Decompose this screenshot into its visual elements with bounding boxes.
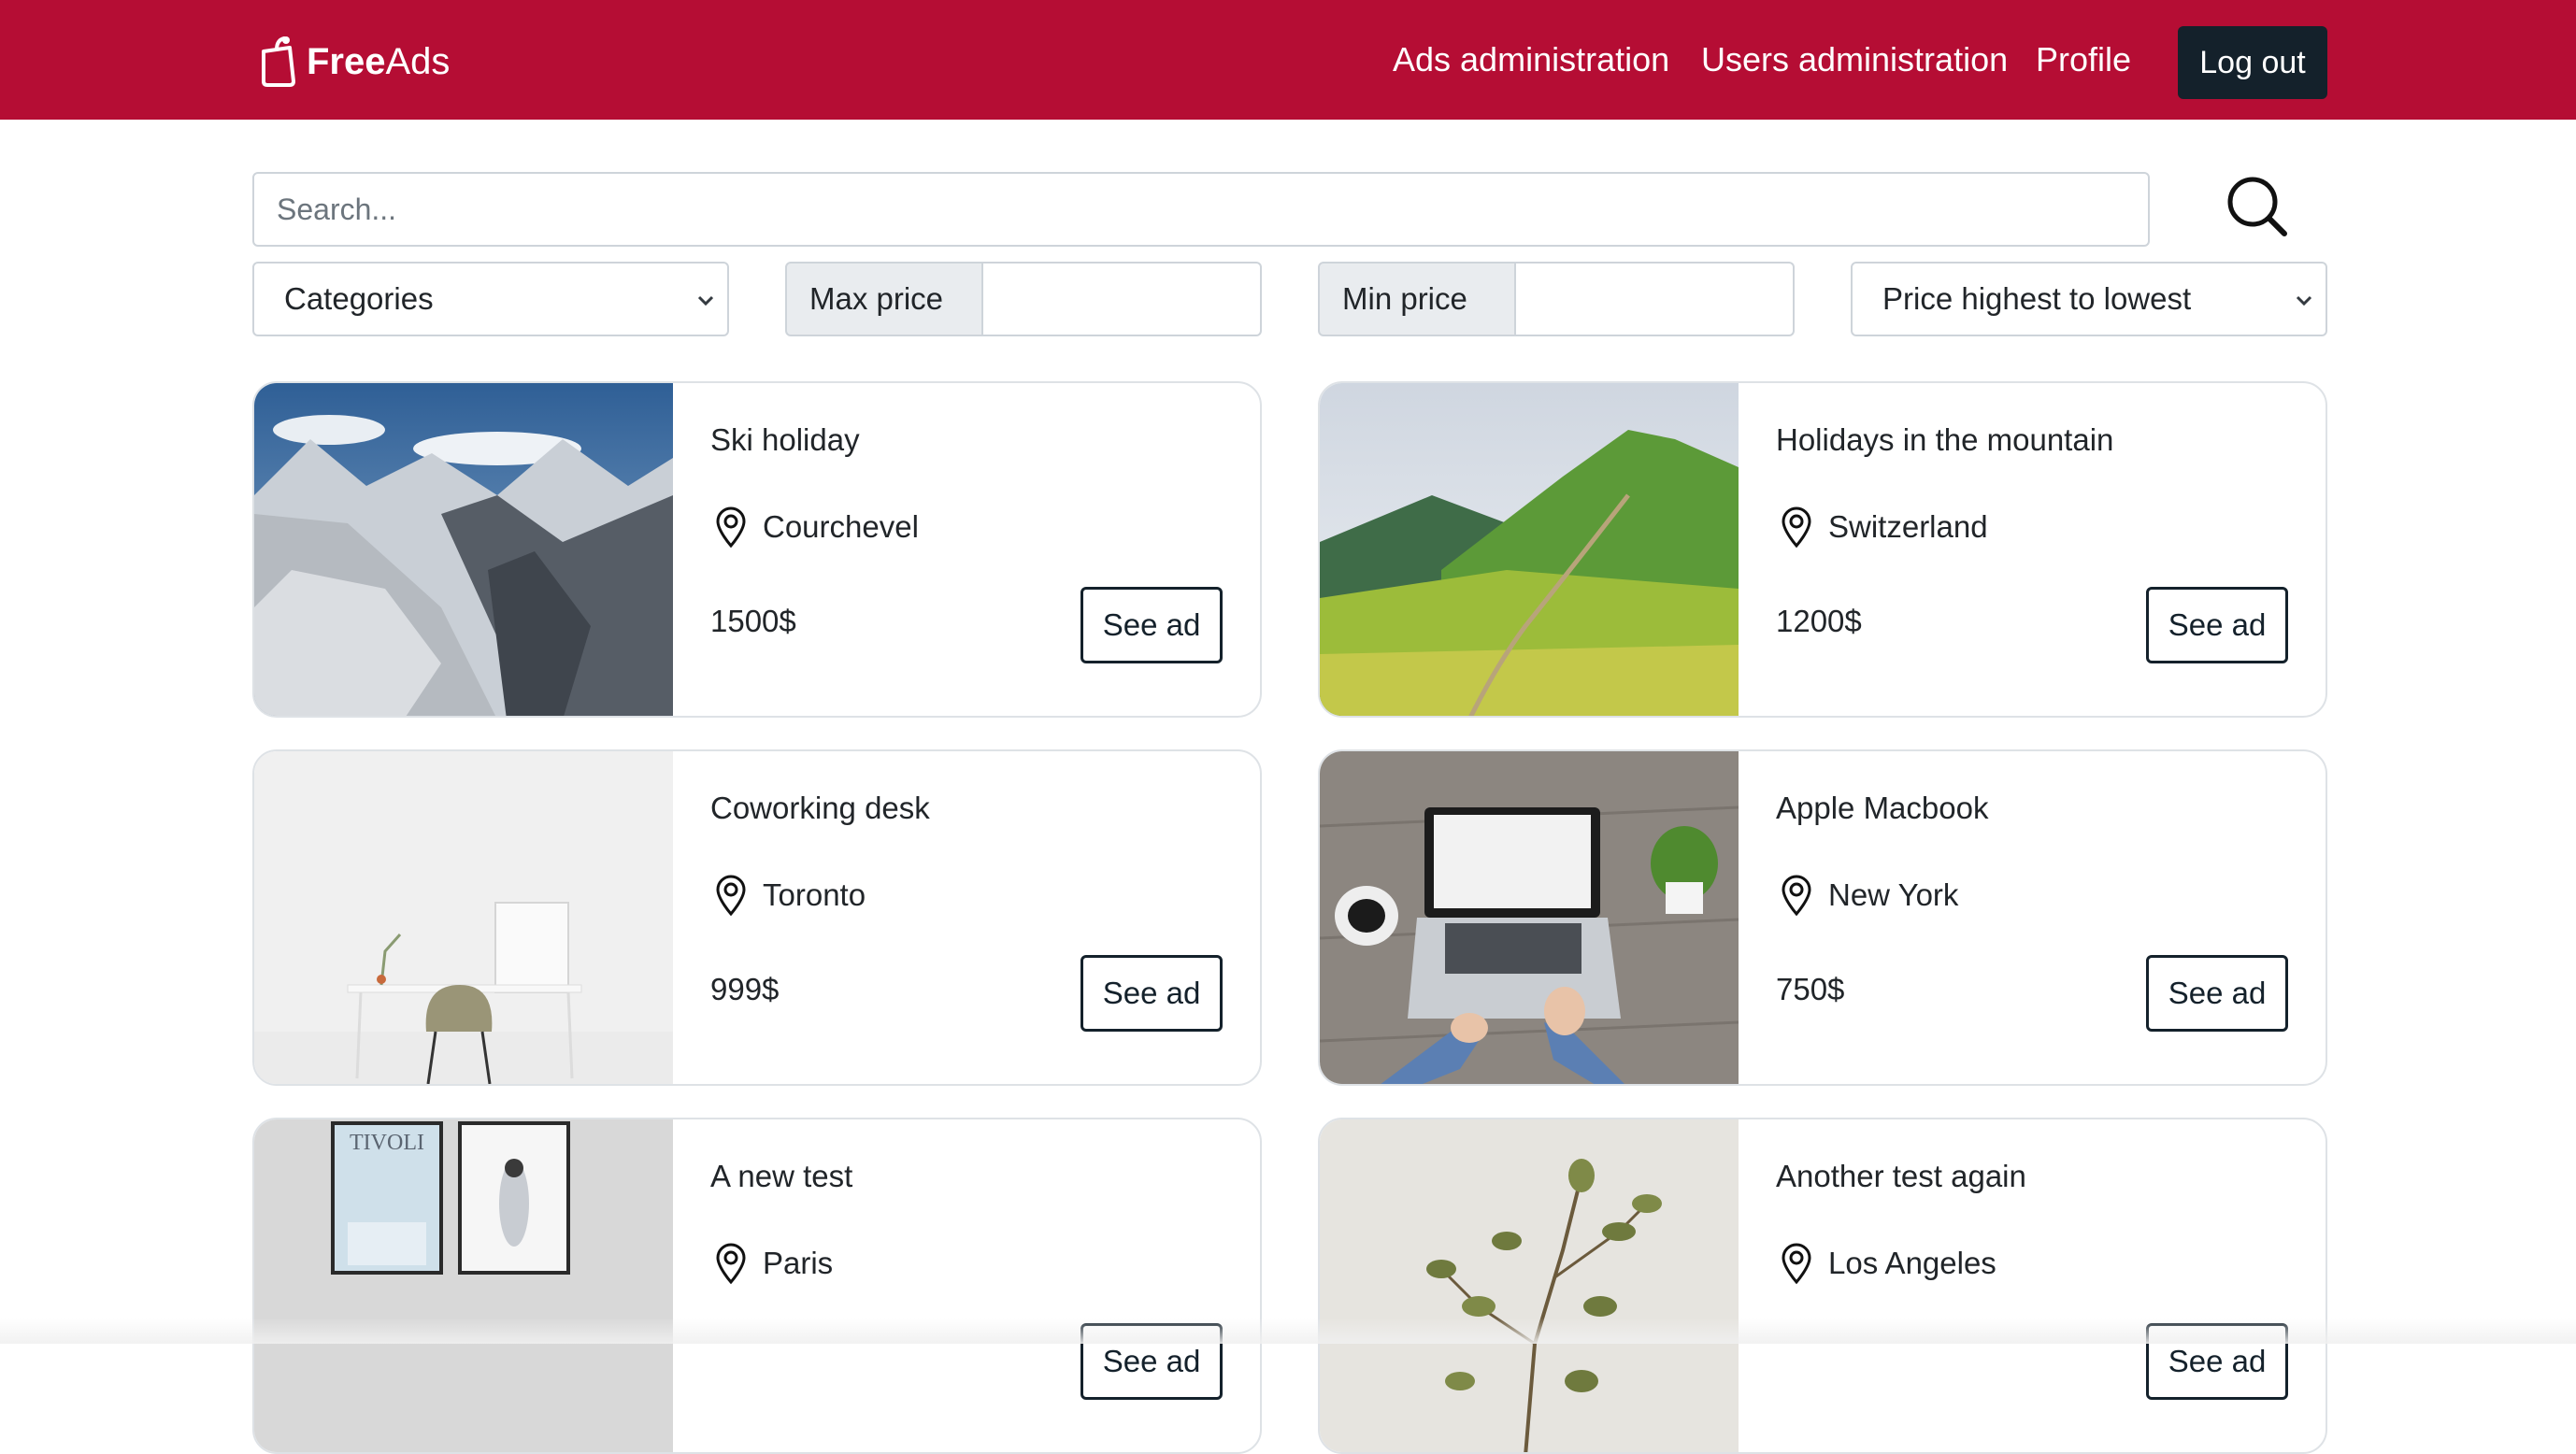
ad-card: Ski holiday Courchevel 1500$ See ad (252, 381, 1262, 718)
ad-price: 999$ (710, 972, 780, 1006)
ad-location: Switzerland (1778, 505, 1988, 549)
category-select[interactable]: Categories (252, 262, 729, 336)
search-input[interactable] (252, 172, 2150, 247)
poster-text: TIVOLI (350, 1131, 424, 1155)
location-pin-icon (716, 875, 746, 917)
ad-location: Los Angeles (1778, 1241, 1996, 1286)
chevron-down-icon (697, 295, 714, 306)
min-price-label: Min price (1318, 262, 1516, 336)
ad-title: Apple Macbook (1776, 791, 1989, 825)
ad-title: Holidays in the mountain (1776, 422, 2114, 457)
category-select-value: Categories (284, 281, 434, 316)
see-ad-button[interactable]: See ad (1080, 955, 1223, 1032)
green-hills-photo (1320, 383, 1739, 716)
ad-location-text: Los Angeles (1828, 1246, 1996, 1280)
ad-location-text: New York (1828, 877, 1959, 912)
nav-link-profile[interactable]: Profile (2036, 37, 2131, 82)
ad-location-text: Toronto (763, 877, 866, 912)
ad-location-text: Switzerland (1828, 509, 1988, 544)
min-price-group: Min price (1318, 262, 1795, 336)
see-ad-button[interactable]: See ad (2146, 587, 2288, 663)
ad-price: 1200$ (1776, 604, 1862, 638)
nav-link-users-administration[interactable]: Users administration (1701, 37, 2008, 82)
ad-price: 750$ (1776, 972, 1845, 1006)
search-icon[interactable] (2225, 174, 2290, 239)
ad-location-text: Paris (763, 1246, 834, 1280)
top-navbar: FreeAds Ads administration Users adminis… (0, 0, 2576, 120)
see-ad-button[interactable]: See ad (2146, 955, 2288, 1032)
ad-card: TIVOLI A new test Paris See ad (252, 1118, 1262, 1454)
location-pin-icon (716, 506, 746, 549)
ad-title: Another test again (1776, 1159, 2026, 1193)
plant-in-vase-photo (1320, 1119, 1739, 1452)
nav-link-ads-administration[interactable]: Ads administration (1393, 37, 1669, 82)
see-ad-button[interactable]: See ad (1080, 587, 1223, 663)
location-pin-icon (1782, 875, 1811, 917)
sort-select[interactable]: Price highest to lowest (1851, 262, 2327, 336)
ad-location: Courchevel (712, 505, 919, 549)
min-price-input[interactable] (1516, 262, 1795, 336)
chevron-down-icon (2296, 295, 2312, 306)
location-pin-icon (716, 1243, 746, 1285)
ad-title: Ski holiday (710, 422, 860, 457)
ad-title: A new test (710, 1159, 853, 1193)
white-desk-photo (254, 751, 673, 1084)
bottom-fade (0, 1318, 2576, 1344)
max-price-input[interactable] (983, 262, 1262, 336)
ad-location: Paris (712, 1241, 833, 1286)
logout-button[interactable]: Log out (2178, 26, 2327, 99)
ad-location-text: Courchevel (763, 509, 919, 544)
ad-price: 1500$ (710, 604, 796, 638)
ad-location: New York (1778, 873, 1958, 918)
sort-select-value: Price highest to lowest (1882, 281, 2192, 316)
max-price-label: Max price (785, 262, 983, 336)
framed-posters-photo: TIVOLI (254, 1119, 673, 1452)
ad-title: Coworking desk (710, 791, 930, 825)
brand-logo[interactable]: FreeAds (256, 34, 450, 90)
location-pin-icon (1782, 1243, 1811, 1285)
bag-tag-icon (262, 36, 295, 87)
ad-card: Another test again Los Angeles See ad (1318, 1118, 2327, 1454)
brand-name: FreeAds (307, 40, 451, 82)
ad-card: Holidays in the mountain Switzerland 120… (1318, 381, 2327, 718)
ad-card: Coworking desk Toronto 999$ See ad (252, 749, 1262, 1086)
laptop-on-table-photo (1320, 751, 1739, 1084)
ad-card: Apple Macbook New York 750$ See ad (1318, 749, 2327, 1086)
snowy-mountains-photo (254, 383, 673, 716)
location-pin-icon (1782, 506, 1811, 549)
ad-location: Toronto (712, 873, 866, 918)
max-price-group: Max price (785, 262, 1262, 336)
